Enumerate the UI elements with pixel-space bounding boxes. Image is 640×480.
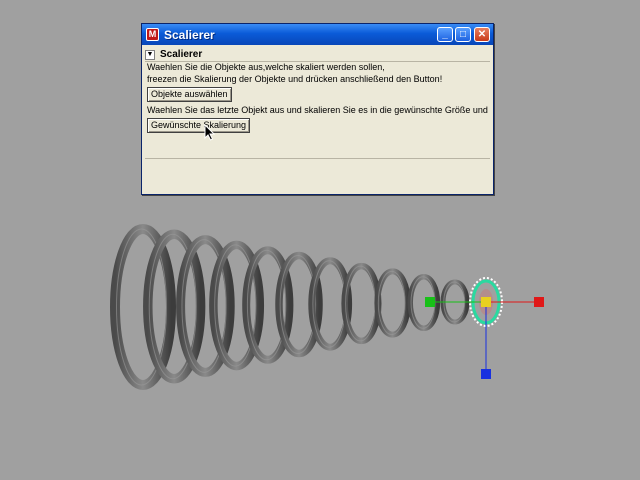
instruction-text-1: Waehlen Sie die Objekte aus,welche skali…: [147, 62, 385, 72]
empty-panel-area: [145, 158, 490, 191]
collapse-arrow-icon[interactable]: ▼: [145, 49, 155, 60]
torus-chain[interactable]: [110, 224, 470, 390]
torus-highlight: [377, 270, 406, 336]
section-title: Scalierer: [160, 49, 203, 60]
x-axis-handle: [534, 297, 544, 307]
window-title: Scalierer: [164, 27, 215, 42]
select-objects-button[interactable]: Objekte auswählen: [147, 87, 232, 102]
apply-scale-button[interactable]: Gewünschte Skalierung: [147, 118, 251, 133]
maya-app-icon: M: [146, 28, 159, 41]
window-content: ▼ Scalierer Waehlen Sie die Objekte aus,…: [145, 48, 490, 191]
close-button[interactable]: ✕: [474, 27, 490, 42]
instruction-text-2: freezen die Skalierung der Objekte und d…: [147, 74, 443, 84]
scalierer-window: M Scalierer _ □ ✕ ▼ Scalierer Waehlen Si…: [141, 23, 494, 195]
z-axis-handle: [481, 369, 491, 379]
mouse-cursor-icon: [204, 124, 216, 141]
y-axis-handle: [425, 297, 435, 307]
frame-layout-header[interactable]: ▼ Scalierer: [145, 48, 490, 62]
title-bar[interactable]: M Scalierer _ □ ✕: [142, 24, 493, 45]
instruction-text-3: Waehlen Sie das letzte Objekt aus und sk…: [147, 105, 490, 115]
maximize-button[interactable]: □: [455, 27, 471, 42]
pivot-handle: [481, 297, 491, 307]
minimize-button[interactable]: _: [437, 27, 453, 42]
